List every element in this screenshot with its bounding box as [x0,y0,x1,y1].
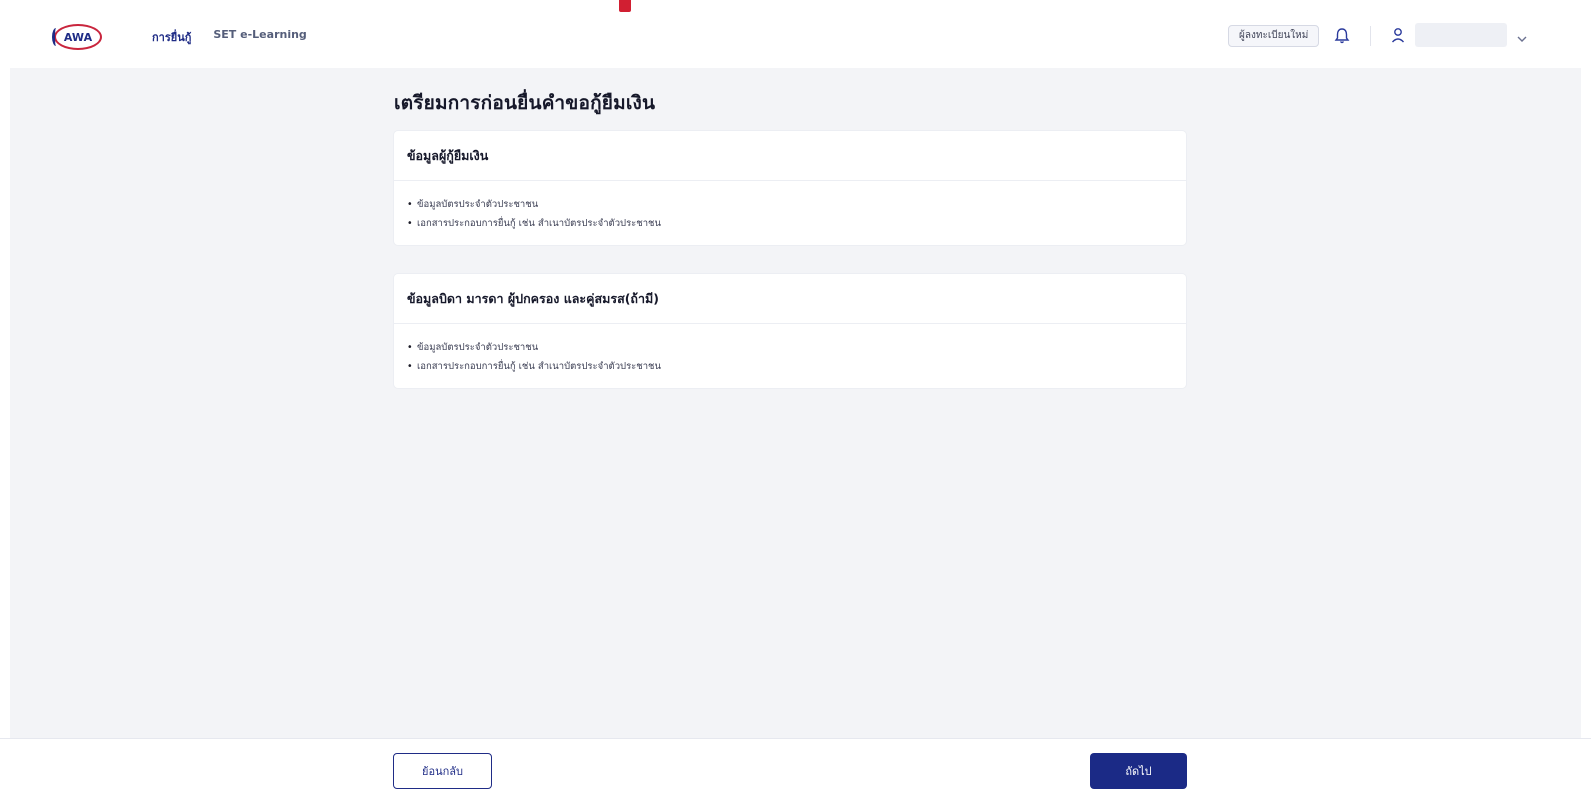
main-content: เตรียมการก่อนยื่นคำขอกู้ยืมเงิน ข้อมูลผู… [10,68,1581,738]
logo-swoosh [52,28,60,46]
nav-item-loan-application[interactable]: การยื่นกู้ [152,28,191,46]
borrower-info-card: ข้อมูลผู้กู้ยืมเงิน ข้อมูลบัตรประจำตัวปร… [394,131,1186,245]
main-nav: การยื่นกู้ SET e-Learning [152,28,307,46]
list-item: เอกสารประกอบการยื่นกู้ เช่น สำเนาบัตรประ… [407,214,1173,233]
list-item: ข้อมูลบัตรประจำตัวประชาชน [407,195,1173,214]
user-name-field[interactable] [1415,23,1507,47]
back-button[interactable]: ย้อนกลับ [393,753,492,789]
logo[interactable]: AWA [52,24,102,50]
requirement-list: ข้อมูลบัตรประจำตัวประชาชน เอกสารประกอบกา… [407,338,1173,376]
new-register-badge[interactable]: ผู้ลงทะเบียนใหม่ [1228,25,1320,47]
card-header: ข้อมูลบิดา มารดา ผู้ปกครอง และคู่สมรส(ถ้… [394,274,1186,324]
next-button[interactable]: ถัดไป [1090,753,1187,789]
header-divider [1370,26,1371,46]
card-title: ข้อมูลบิดา มารดา ผู้ปกครอง และคู่สมรส(ถ้… [407,290,659,306]
nav-item-set-elearning[interactable]: SET e-Learning [213,28,306,46]
page-indicator-tab [619,0,631,12]
user-icon[interactable] [1390,26,1406,44]
card-header: ข้อมูลผู้กู้ยืมเงิน [394,131,1186,181]
list-item: เอกสารประกอบการยื่นกู้ เช่น สำเนาบัตรประ… [407,357,1173,376]
footer-bar: ย้อนกลับ ถัดไป [0,738,1591,799]
requirement-list: ข้อมูลบัตรประจำตัวประชาชน เอกสารประกอบกา… [407,195,1173,233]
parents-guardian-info-card: ข้อมูลบิดา มารดา ผู้ปกครอง และคู่สมรส(ถ้… [394,274,1186,388]
list-item: ข้อมูลบัตรประจำตัวประชาชน [407,338,1173,357]
top-bar: AWA การยื่นกู้ SET e-Learning ผู้ลงทะเบี… [0,0,1591,68]
page-title: เตรียมการก่อนยื่นคำขอกู้ยืมเงิน [394,92,656,114]
logo-text: AWA [63,30,93,44]
chevron-down-icon[interactable] [1516,29,1528,42]
bell-icon[interactable] [1333,26,1351,46]
card-body: ข้อมูลบัตรประจำตัวประชาชน เอกสารประกอบกา… [394,324,1186,388]
card-body: ข้อมูลบัตรประจำตัวประชาชน เอกสารประกอบกา… [394,181,1186,245]
card-title: ข้อมูลผู้กู้ยืมเงิน [407,147,489,163]
